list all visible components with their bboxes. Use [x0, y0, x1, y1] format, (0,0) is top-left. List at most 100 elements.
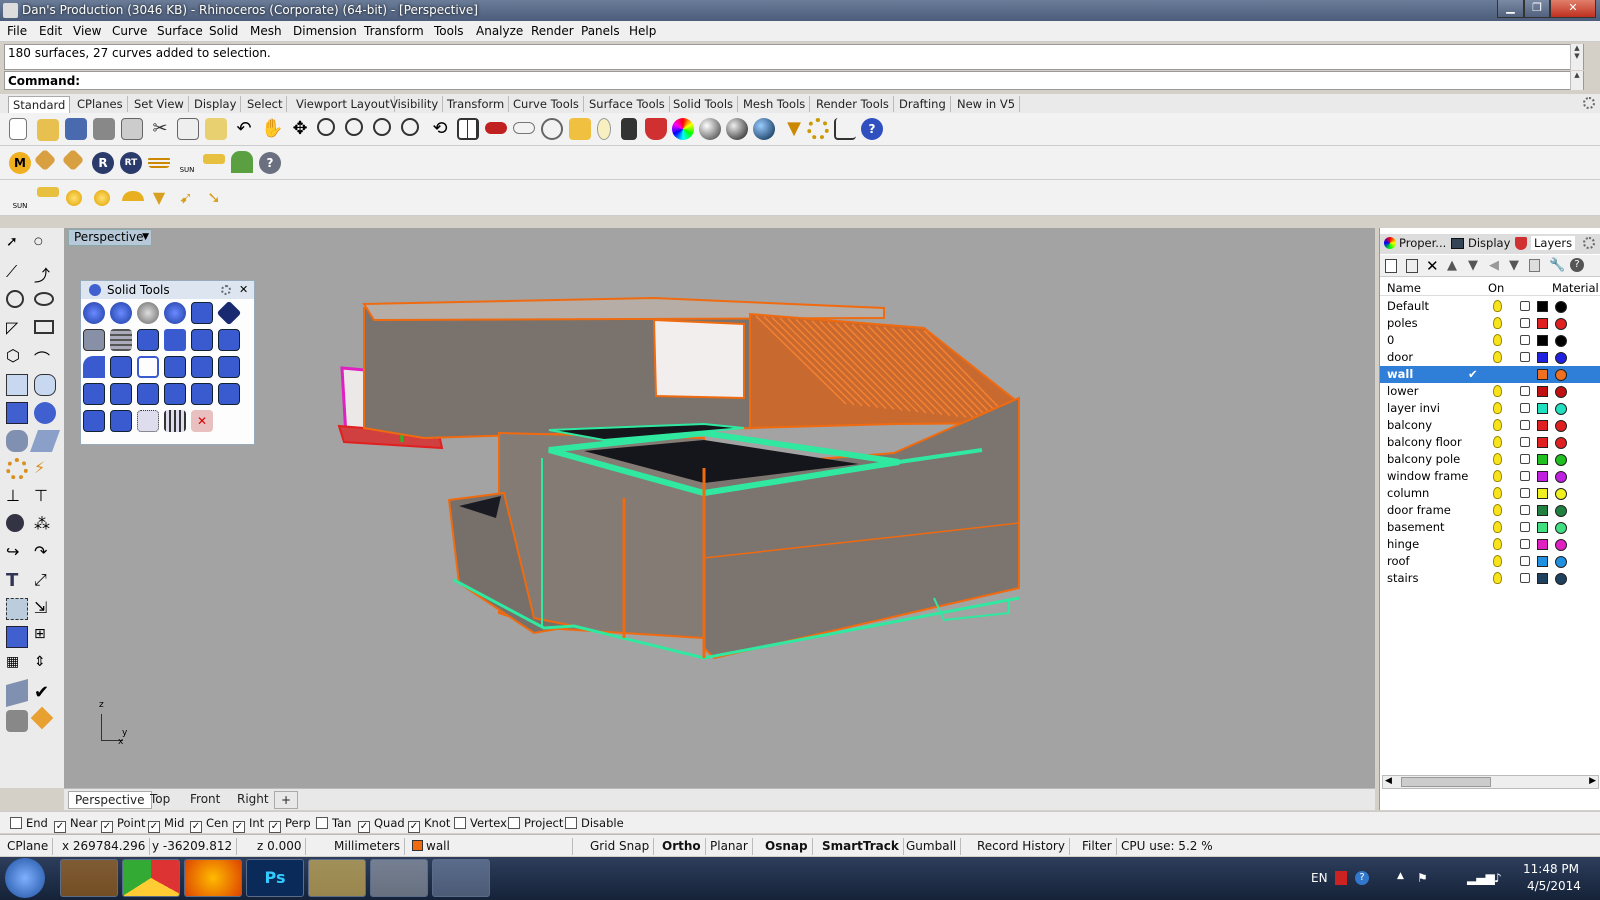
- layers-horizontal-scrollbar[interactable]: ◀ ▶: [1382, 775, 1599, 789]
- lock-icon[interactable]: [1520, 454, 1530, 464]
- solid-tools-header[interactable]: Solid Tools ✕: [81, 281, 254, 299]
- status-grid-snap[interactable]: Grid Snap: [586, 838, 655, 855]
- array-hole-icon[interactable]: [218, 383, 240, 405]
- perspective-viewport[interactable]: z y x: [64, 228, 1375, 788]
- light-bulb-icon[interactable]: [1493, 470, 1502, 482]
- array-icon[interactable]: ⊞: [34, 626, 56, 648]
- layer-name[interactable]: balcony pole: [1387, 452, 1460, 466]
- material-sphere-icon[interactable]: [1555, 471, 1567, 483]
- clock-time[interactable]: 11:48 PM: [1523, 862, 1579, 876]
- tab-cplanes[interactable]: CPlanes: [73, 96, 128, 112]
- osnap-mid[interactable]: ✓ Mid: [148, 816, 184, 833]
- options-gear-icon[interactable]: [807, 118, 829, 140]
- tab-drafting[interactable]: Drafting: [895, 96, 951, 112]
- osnap-end[interactable]: End: [10, 816, 48, 830]
- status-record-history[interactable]: Record History: [973, 838, 1070, 855]
- layer-row[interactable]: balcony floor: [1380, 434, 1600, 451]
- osnap-checkbox[interactable]: [565, 817, 577, 829]
- menu-solid[interactable]: Solid: [209, 24, 238, 38]
- material-sphere-icon[interactable]: [1555, 386, 1567, 398]
- material-sphere-icon[interactable]: [1555, 420, 1567, 432]
- text-icon[interactable]: T: [6, 570, 28, 592]
- cap-planar-holes-icon[interactable]: [191, 383, 213, 405]
- dimension-icon[interactable]: [834, 118, 856, 140]
- status-planar[interactable]: Planar: [706, 838, 753, 855]
- add-viewport-tab-icon[interactable]: +: [274, 791, 299, 809]
- viewport-tab-right[interactable]: Right: [231, 791, 275, 807]
- tab-display[interactable]: Display: [190, 96, 242, 112]
- point-light-icon[interactable]: [66, 190, 82, 206]
- light-bulb-icon[interactable]: [1493, 572, 1502, 584]
- tab-standard[interactable]: Standard: [8, 96, 71, 113]
- sun-light-icon[interactable]: SUN: [9, 187, 31, 210]
- tab-transform[interactable]: Transform: [443, 96, 510, 112]
- grid-array-icon[interactable]: ▦: [6, 654, 28, 676]
- new-file-icon[interactable]: [9, 118, 27, 140]
- menu-curve[interactable]: Curve: [112, 24, 147, 38]
- osnap-checkbox[interactable]: [508, 817, 520, 829]
- solid-tools-panel[interactable]: Solid Tools ✕ ✕: [80, 280, 255, 445]
- layer-color-swatch[interactable]: [1537, 522, 1548, 533]
- osnap-checkbox[interactable]: [454, 817, 466, 829]
- panel-settings-gear-icon[interactable]: [1583, 237, 1595, 249]
- scroll-left-icon[interactable]: ◀: [1385, 776, 1392, 786]
- status-layer[interactable]: wall: [408, 838, 573, 855]
- status-ortho[interactable]: Ortho: [658, 838, 706, 855]
- paint-taskbar-icon[interactable]: [432, 859, 490, 897]
- new-layer-icon[interactable]: [1385, 259, 1397, 273]
- layer-name[interactable]: window frame: [1387, 469, 1468, 483]
- lock-icon[interactable]: [1520, 573, 1530, 583]
- layer-name[interactable]: door: [1387, 350, 1413, 364]
- layer-row[interactable]: stairs: [1380, 570, 1600, 587]
- rectangle-icon[interactable]: [34, 320, 54, 334]
- zoom-extents-icon[interactable]: [373, 118, 391, 136]
- lock-icon[interactable]: [1520, 522, 1530, 532]
- osnap-checkbox[interactable]: ✓: [101, 821, 113, 833]
- firefox-icon[interactable]: [184, 859, 242, 897]
- menu-panels[interactable]: Panels: [581, 24, 620, 38]
- layer-name[interactable]: hinge: [1387, 537, 1419, 551]
- move-hole-icon[interactable]: [137, 383, 159, 405]
- loft-icon[interactable]: [34, 374, 56, 396]
- layer-row[interactable]: poles: [1380, 315, 1600, 332]
- material-sphere-icon[interactable]: [1555, 352, 1567, 364]
- osnap-checkbox[interactable]: ✓: [54, 821, 66, 833]
- menu-help[interactable]: Help: [629, 24, 656, 38]
- command-history-scrollbar[interactable]: ▲ ▼: [1570, 44, 1583, 70]
- make-hole-icon[interactable]: [191, 356, 213, 378]
- boolean-union-icon[interactable]: [83, 302, 105, 324]
- tab-viewport-layout[interactable]: Viewport Layout: [292, 96, 395, 112]
- car-render-icon[interactable]: [485, 122, 507, 134]
- solid-box-icon[interactable]: [191, 302, 213, 324]
- light-bulb-icon[interactable]: [1493, 300, 1502, 312]
- material-sphere-icon[interactable]: [1555, 369, 1567, 381]
- help-tray-icon[interactable]: ?: [1355, 871, 1369, 885]
- shell-icon[interactable]: [137, 356, 159, 378]
- delete-hole-icon[interactable]: ✕: [191, 410, 213, 432]
- layer-row[interactable]: door: [1380, 349, 1600, 366]
- block-icon[interactable]: [6, 598, 28, 620]
- status-osnap[interactable]: Osnap: [761, 838, 813, 855]
- layer-name[interactable]: roof: [1387, 554, 1410, 568]
- solid-points-off-icon[interactable]: [110, 410, 132, 432]
- tab-render-tools[interactable]: Render Tools: [812, 96, 894, 112]
- osnap-checkbox[interactable]: ✓: [148, 821, 160, 833]
- layer-name[interactable]: balcony floor: [1387, 435, 1462, 449]
- scroll-thumb[interactable]: [1401, 777, 1491, 787]
- layer-name[interactable]: door frame: [1387, 503, 1451, 517]
- tab-surface-tools[interactable]: Surface Tools: [585, 96, 670, 112]
- rotate-view-icon[interactable]: ✥: [289, 118, 311, 140]
- material-sphere-icon[interactable]: [1555, 335, 1567, 347]
- light-edit-icon[interactable]: ➹: [175, 188, 197, 210]
- lock-icon[interactable]: [1520, 301, 1530, 311]
- undo-icon[interactable]: ↶: [233, 118, 255, 140]
- tab-solid-tools[interactable]: Solid Tools: [669, 96, 739, 112]
- freeform-curve-icon[interactable]: ⌒: [34, 346, 56, 369]
- osnap-knot[interactable]: ✓ Knot: [408, 816, 450, 833]
- orient-icon[interactable]: [6, 626, 28, 648]
- material-sphere-icon[interactable]: [1555, 556, 1567, 568]
- layer-state-icon[interactable]: [1529, 259, 1540, 272]
- tab-curve-tools[interactable]: Curve Tools: [509, 96, 584, 112]
- layer-color-swatch[interactable]: [1537, 420, 1548, 431]
- layer-color-swatch[interactable]: [1537, 471, 1548, 482]
